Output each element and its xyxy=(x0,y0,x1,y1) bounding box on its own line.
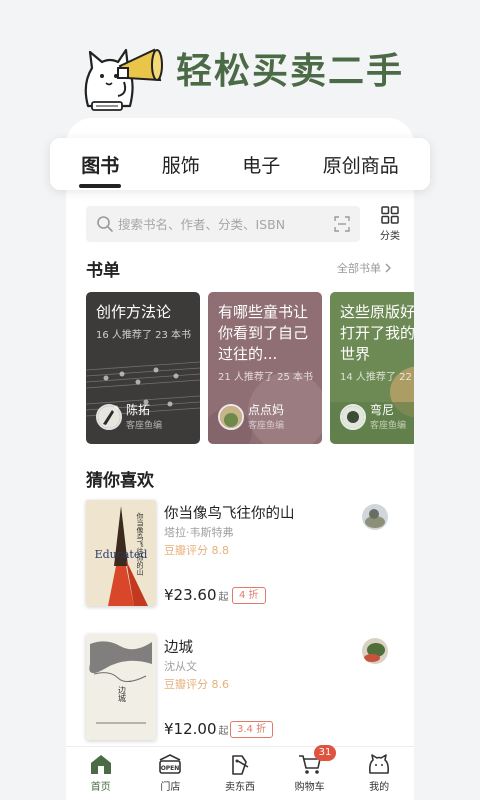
avatar xyxy=(340,404,366,430)
all-booklists-link[interactable]: 全部书单 xyxy=(337,260,392,276)
nav-sell[interactable]: 卖东西 xyxy=(210,753,270,793)
booklist-title: 有哪些童书让你看到了自己过往的... xyxy=(218,303,309,363)
grid-icon xyxy=(381,206,399,224)
booklist-author-role: 客座鱼编 xyxy=(126,421,163,431)
recommend-section-title: 猜你喜欢 xyxy=(86,471,154,491)
book-author: 塔拉·韦斯特弗 xyxy=(164,526,234,539)
booklist-section-title: 书单 xyxy=(86,261,120,281)
cover-vertical-title: 边城 xyxy=(118,685,127,703)
store-icon: OPEN xyxy=(159,754,182,774)
search-input[interactable] xyxy=(118,206,328,242)
booklist-subtitle: 16 人推荐了 23 本书 xyxy=(96,330,191,341)
booklist-title: 这些原版好书打开了我的新世界 xyxy=(340,303,414,363)
category-button[interactable]: 分类 xyxy=(372,206,408,244)
booklist-author: 陈拓 xyxy=(126,403,151,417)
discount-badge: 4 折 xyxy=(232,587,266,604)
booklist-carousel: 创作方法论 16 人推荐了 23 本书 陈拓 客座鱼编 有哪些童书让你看到了自己… xyxy=(86,292,414,444)
category-tabs: 图书 服饰 电子 原创商品 xyxy=(50,138,430,190)
avatar xyxy=(96,404,122,430)
tab-books[interactable]: 图书 xyxy=(79,151,122,188)
nav-store-label: 门店 xyxy=(160,782,181,793)
douban-rating: 豆瓣评分 8.8 xyxy=(164,544,229,557)
book-title: 你当像鸟飞往你的山 xyxy=(164,506,295,522)
seller-avatar[interactable] xyxy=(362,504,388,530)
booklist-subtitle: 21 人推荐了 25 本书 xyxy=(218,372,313,383)
booklist-subtitle: 14 人推荐了 22 xyxy=(340,372,412,383)
book-title: 边城 xyxy=(164,640,193,656)
search-box[interactable] xyxy=(86,206,360,242)
nav-sell-label: 卖东西 xyxy=(224,782,255,793)
all-booklists-label: 全部书单 xyxy=(337,262,381,275)
scan-icon[interactable] xyxy=(334,216,350,232)
category-label: 分类 xyxy=(380,231,400,242)
booklist-card[interactable]: 创作方法论 16 人推荐了 23 本书 陈拓 客座鱼编 xyxy=(86,292,200,444)
avatar xyxy=(218,404,244,430)
phone-screen: 分类 书单 全部书单 创作方法论 16 人推荐了 23 本书 xyxy=(66,118,414,800)
nav-profile-label: 我的 xyxy=(369,782,390,793)
search-icon xyxy=(97,216,113,232)
cover-vertical-title: 你当像鸟飞往你的山 xyxy=(136,512,144,577)
cover-english-title: Educated xyxy=(95,548,148,561)
booklist-author: 弯尼 xyxy=(370,403,395,417)
booklist-author-role: 客座鱼编 xyxy=(370,421,407,431)
tab-clothing[interactable]: 服饰 xyxy=(160,151,202,178)
list-item[interactable]: 边城 边城 沈从文 豆瓣评分 8.6 ¥12.00 起 3.4 折 xyxy=(86,634,396,754)
nav-store[interactable]: OPEN 门店 xyxy=(140,753,200,793)
booklist-author-role: 客座鱼编 xyxy=(248,421,285,431)
book-cover: 边城 xyxy=(86,634,156,740)
booklist-author: 点点妈 xyxy=(248,403,285,417)
nav-home-label: 首页 xyxy=(90,782,111,793)
booklist-title: 创作方法论 xyxy=(96,303,172,321)
nav-cart-label: 购物车 xyxy=(294,782,325,793)
hero-title: 轻松买卖二手 xyxy=(176,51,405,92)
bottom-nav: 首页 OPEN 门店 卖东西 31 购物车 我的 xyxy=(66,745,414,800)
cat-megaphone-mascot-icon xyxy=(84,48,163,111)
chevron-right-icon xyxy=(385,263,391,273)
booklist-card[interactable]: 有哪些童书让你看到了自己过往的... 21 人推荐了 25 本书 点点妈 客座鱼… xyxy=(208,292,322,444)
list-item[interactable]: 你当像鸟飞往你的山 Educated 你当像鸟飞往你的山 塔拉·韦斯特弗 豆瓣评… xyxy=(86,500,396,620)
book-price: ¥12.00 起 xyxy=(164,720,229,738)
book-price: ¥23.60 起 xyxy=(164,586,229,604)
home-icon xyxy=(90,755,111,774)
nav-profile[interactable]: 我的 xyxy=(349,753,409,793)
discount-badge: 3.4 折 xyxy=(230,721,274,738)
search-row: 分类 xyxy=(86,204,408,244)
douban-rating: 豆瓣评分 8.6 xyxy=(164,678,229,691)
cart-count-badge: 31 xyxy=(313,745,337,761)
book-author: 沈从文 xyxy=(164,660,197,673)
profile-icon xyxy=(369,754,390,774)
store-sign-text: OPEN xyxy=(161,765,180,772)
booklist-card[interactable]: 这些原版好书打开了我的新世界 14 人推荐了 22 弯尼 客座鱼编 xyxy=(330,292,414,444)
tab-original-goods[interactable]: 原创商品 xyxy=(321,151,401,178)
seller-avatar[interactable] xyxy=(362,638,388,664)
sell-icon xyxy=(232,755,249,775)
nav-cart[interactable]: 31 购物车 xyxy=(280,745,340,793)
nav-home[interactable]: 首页 xyxy=(71,753,131,793)
tab-electronics[interactable]: 电子 xyxy=(240,151,282,178)
book-cover: 你当像鸟飞往你的山 Educated xyxy=(86,500,156,606)
